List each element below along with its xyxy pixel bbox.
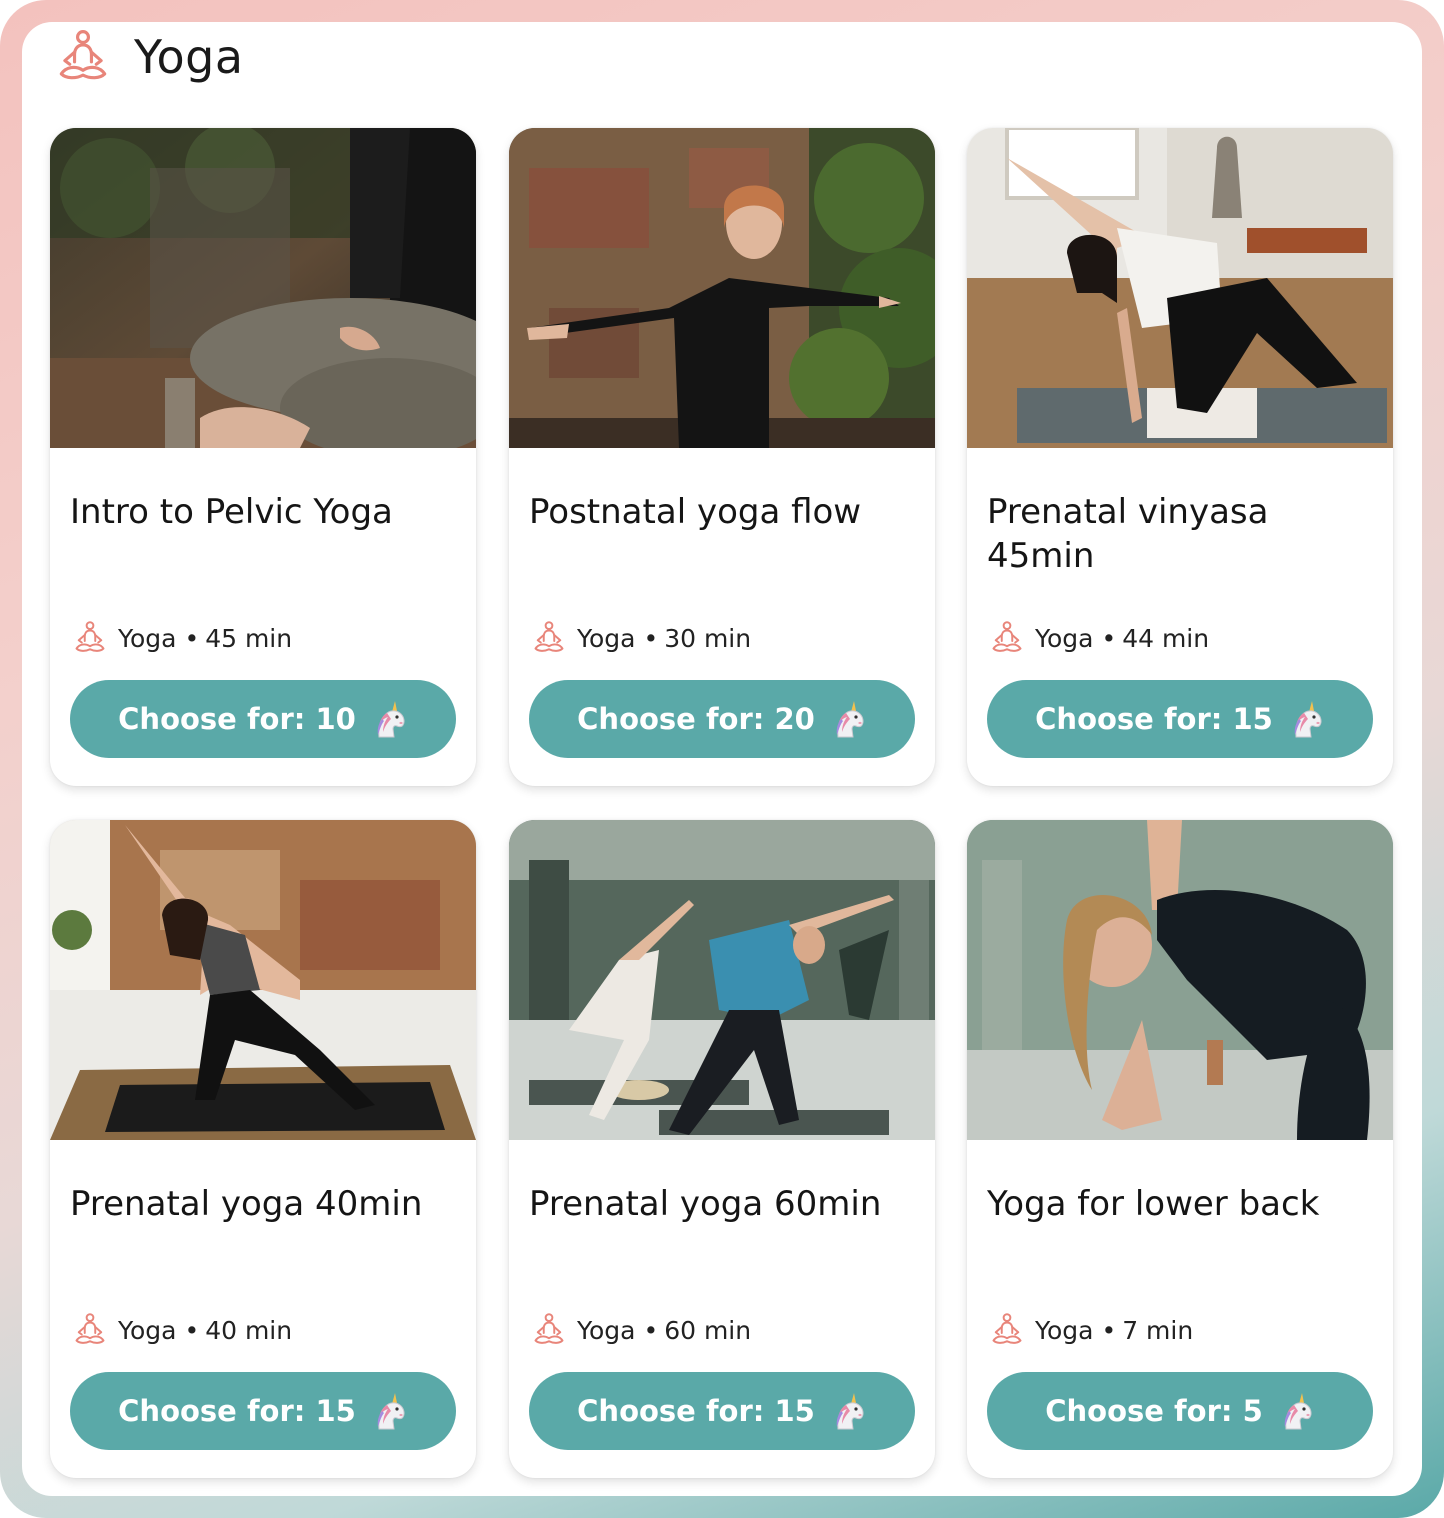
class-category: Yoga [577, 1315, 636, 1345]
class-category: Yoga [1035, 623, 1094, 653]
section-header: Yoga [54, 22, 244, 92]
class-photo [967, 820, 1393, 1140]
meta-separator: • [1101, 623, 1117, 653]
meta-separator: • [1101, 1315, 1117, 1345]
class-title: Prenatal vinyasa 45min [987, 492, 1269, 576]
class-title: Prenatal yoga 60min [529, 1184, 882, 1224]
class-photo [967, 128, 1393, 448]
class-photo [509, 820, 935, 1140]
unicorn-icon [1275, 1391, 1315, 1431]
choose-button-label: Choose for: 15 [118, 1394, 356, 1428]
choose-button[interactable]: Choose for: 15 [70, 1372, 456, 1450]
class-meta: Yoga • 45 min [72, 620, 292, 656]
class-card[interactable]: Prenatal vinyasa 45min Yoga • 44 min Cho… [967, 128, 1393, 786]
class-title: Prenatal yoga 40min [70, 1184, 423, 1224]
class-duration: 40 min [205, 1315, 293, 1345]
class-category: Yoga [1035, 1315, 1094, 1345]
class-meta: Yoga • 30 min [531, 620, 751, 656]
class-photo [50, 128, 476, 448]
class-duration: 30 min [664, 623, 752, 653]
choose-button-label: Choose for: 20 [577, 702, 815, 736]
class-meta: Yoga • 7 min [989, 1312, 1193, 1348]
class-title: Yoga for lower back [987, 1184, 1320, 1224]
class-duration: 44 min [1122, 623, 1210, 653]
choose-button[interactable]: Choose for: 5 [987, 1372, 1373, 1450]
class-title: Intro to Pelvic Yoga [70, 492, 393, 532]
yoga-panel: Yoga Intro to Pelvic Yoga Yoga • 45 min … [22, 22, 1422, 1496]
class-card[interactable]: Yoga for lower back Yoga • 7 min Choose … [967, 820, 1393, 1478]
class-duration: 7 min [1122, 1315, 1194, 1345]
choose-button-label: Choose for: 5 [1045, 1394, 1263, 1428]
meditation-icon [989, 620, 1025, 656]
meditation-icon [531, 1312, 567, 1348]
choose-button-label: Choose for: 15 [1035, 702, 1273, 736]
unicorn-icon [1285, 699, 1325, 739]
class-meta: Yoga • 60 min [531, 1312, 751, 1348]
meta-separator: • [643, 1315, 659, 1345]
section-title: Yoga [134, 30, 244, 84]
class-meta: Yoga • 44 min [989, 620, 1209, 656]
meditation-icon [989, 1312, 1025, 1348]
meta-separator: • [184, 623, 200, 653]
class-card[interactable]: Postnatal yoga flow Yoga • 30 min Choose… [509, 128, 935, 786]
unicorn-icon [368, 1391, 408, 1431]
meditation-icon [531, 620, 567, 656]
class-duration: 45 min [205, 623, 293, 653]
meditation-icon [54, 28, 112, 86]
class-category: Yoga [118, 623, 177, 653]
choose-button[interactable]: Choose for: 15 [987, 680, 1373, 758]
class-title: Postnatal yoga flow [529, 492, 862, 532]
meditation-icon [72, 1312, 108, 1348]
class-category: Yoga [577, 623, 636, 653]
app-frame: Yoga Intro to Pelvic Yoga Yoga • 45 min … [0, 0, 1444, 1518]
choose-button[interactable]: Choose for: 10 [70, 680, 456, 758]
class-duration: 60 min [664, 1315, 752, 1345]
class-card[interactable]: Prenatal yoga 60min Yoga • 60 min Choose… [509, 820, 935, 1478]
choose-button-label: Choose for: 10 [118, 702, 356, 736]
choose-button[interactable]: Choose for: 15 [529, 1372, 915, 1450]
class-card[interactable]: Prenatal yoga 40min Yoga • 40 min Choose… [50, 820, 476, 1478]
class-meta: Yoga • 40 min [72, 1312, 292, 1348]
unicorn-icon [827, 1391, 867, 1431]
meta-separator: • [184, 1315, 200, 1345]
unicorn-icon [368, 699, 408, 739]
meditation-icon [72, 620, 108, 656]
choose-button[interactable]: Choose for: 20 [529, 680, 915, 758]
class-category: Yoga [118, 1315, 177, 1345]
unicorn-icon [827, 699, 867, 739]
class-photo [50, 820, 476, 1140]
class-photo [509, 128, 935, 448]
class-card[interactable]: Intro to Pelvic Yoga Yoga • 45 min Choos… [50, 128, 476, 786]
meta-separator: • [643, 623, 659, 653]
choose-button-label: Choose for: 15 [577, 1394, 815, 1428]
